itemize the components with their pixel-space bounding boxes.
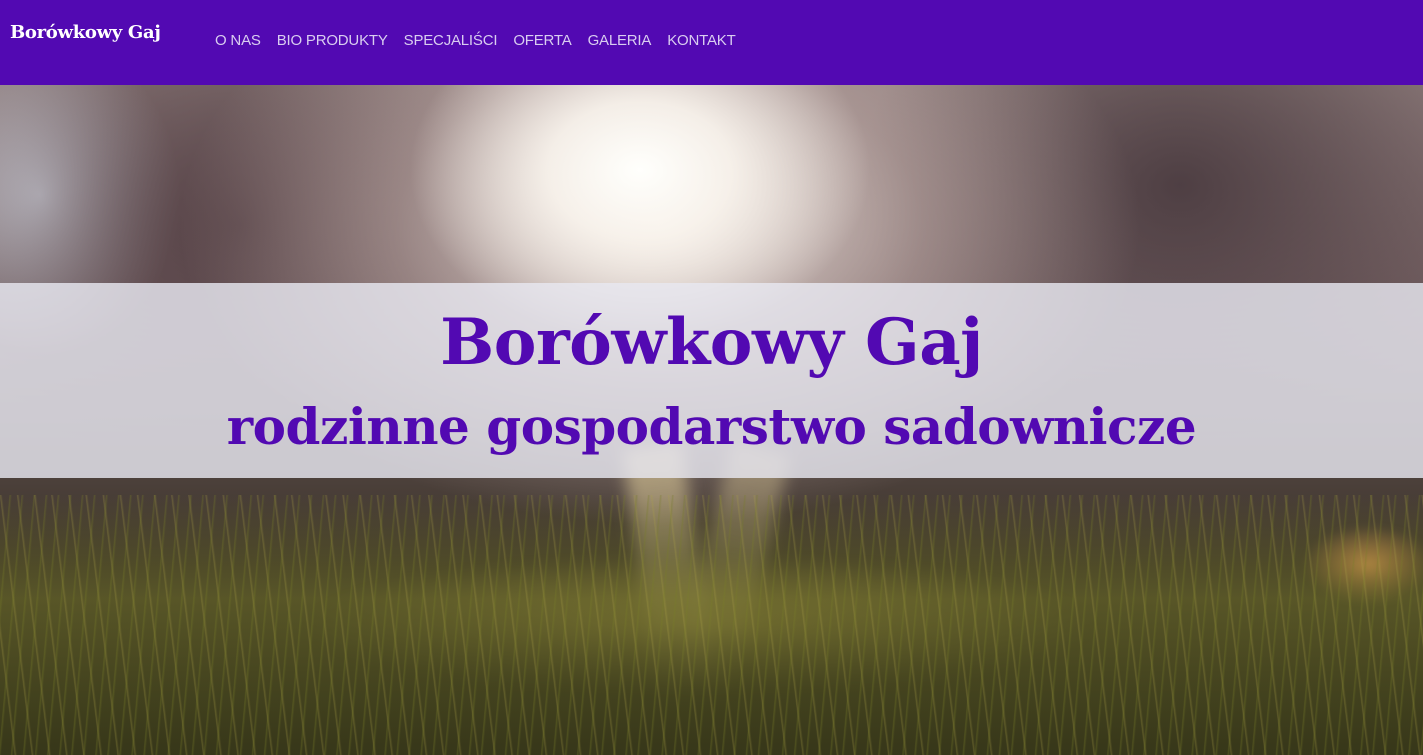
main-nav: O NAS BIO PRODUKTY SPECJALIŚCI OFERTA GA… (207, 31, 744, 51)
hero-subtitle: rodzinne gospodarstwo sadownicze (226, 397, 1197, 456)
nav-item-specjalisci[interactable]: SPECJALIŚCI (396, 31, 506, 51)
nav-item-bio-produkty[interactable]: BIO PRODUKTY (269, 31, 396, 51)
nav-item-kontakt[interactable]: KONTAKT (659, 31, 743, 51)
hero-banner: Borówkowy Gaj rodzinne gospodarstwo sado… (0, 283, 1423, 478)
grass-foreground (0, 495, 1423, 755)
top-navbar: Borówkowy Gaj O NAS BIO PRODUKTY SPECJAL… (0, 0, 1423, 85)
nav-item-oferta[interactable]: OFERTA (505, 31, 579, 51)
nav-item-o-nas[interactable]: O NAS (207, 31, 269, 51)
brand-logo[interactable]: Borówkowy Gaj (10, 22, 161, 43)
hero-section: Borówkowy Gaj rodzinne gospodarstwo sado… (0, 85, 1423, 755)
nav-item-galeria[interactable]: GALERIA (580, 31, 660, 51)
hero-title: Borówkowy Gaj (440, 305, 983, 380)
